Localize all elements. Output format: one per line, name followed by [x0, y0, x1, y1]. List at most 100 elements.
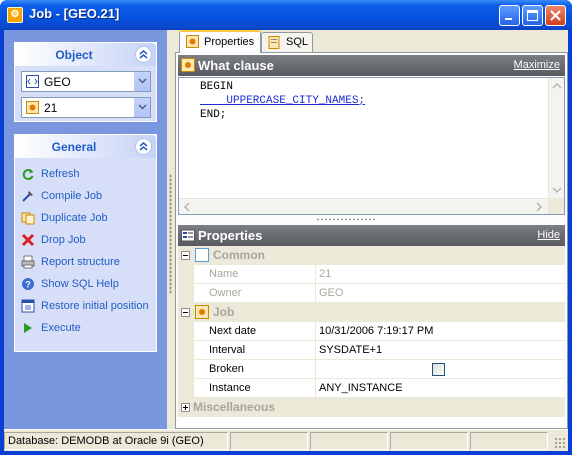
what-clause-header: What clause Maximize — [178, 55, 565, 76]
object-group-header[interactable]: Object — [15, 43, 156, 66]
chevron-up-icon — [139, 142, 148, 151]
maximize-button[interactable] — [522, 5, 543, 26]
job-value: 21 — [44, 101, 58, 115]
schema-value: GEO — [44, 75, 71, 89]
code-text[interactable]: BEGIN UPPERCASE_CITY_NAMES; END; — [200, 80, 365, 122]
property-name: Broken — [209, 363, 244, 375]
minimize-button[interactable] — [499, 5, 520, 26]
task-label: Report structure — [41, 256, 120, 268]
sql-editor[interactable]: BEGIN UPPERCASE_CITY_NAMES; END; — [178, 77, 565, 215]
general-group-header[interactable]: General — [15, 135, 156, 158]
property-row[interactable]: Next date 10/31/2006 7:19:17 PM — [178, 322, 565, 341]
close-icon — [550, 10, 561, 21]
category-common[interactable]: Common — [178, 246, 565, 265]
resize-grip[interactable] — [554, 437, 566, 449]
category-miscellaneous[interactable]: Miscellaneous — [178, 398, 565, 417]
job-icon — [195, 305, 209, 319]
section-splitter[interactable] — [316, 218, 376, 221]
hide-link[interactable]: Hide — [537, 229, 560, 241]
execute-icon — [24, 323, 32, 333]
duplicate-icon — [21, 212, 35, 225]
task-label: Duplicate Job — [41, 212, 108, 224]
task-drop-job[interactable]: Drop Job — [21, 232, 151, 250]
property-value: 21 — [319, 268, 332, 280]
schema-dropdown-button[interactable] — [133, 72, 150, 91]
task-label: Restore initial position — [41, 300, 149, 312]
instance-value[interactable]: ANY_INSTANCE — [319, 382, 403, 394]
title-bar[interactable]: ⚙ Job - [GEO.21] — [0, 0, 572, 30]
category-job[interactable]: Job — [178, 303, 565, 322]
status-pane-database: Database: DEMODB at Oracle 9i (GEO) — [4, 432, 228, 450]
refresh-icon — [22, 169, 34, 180]
property-value: GEO — [319, 287, 344, 299]
general-group-body: Refresh Compile Job Duplicate Job Drop J… — [15, 158, 156, 351]
app-window: ⚙ Job - [GEO.21] Object GEO 21 General R… — [0, 0, 572, 455]
sql-icon — [268, 36, 280, 49]
task-label: Compile Job — [41, 190, 103, 202]
task-compile-job[interactable]: Compile Job — [21, 188, 151, 206]
job-icon — [186, 35, 199, 48]
task-duplicate-job[interactable]: Duplicate Job — [21, 210, 151, 228]
task-label: Execute — [41, 322, 81, 334]
task-show-sql-help[interactable]: ? Show SQL Help — [21, 276, 151, 294]
scroll-up-icon — [552, 82, 562, 89]
common-icon — [195, 248, 209, 262]
editor-size-corner — [548, 198, 564, 214]
next-date-value[interactable]: 10/31/2006 7:19:17 PM — [319, 325, 433, 337]
status-bar: Database: DEMODB at Oracle 9i (GEO) — [4, 429, 568, 451]
editor-vertical-scrollbar[interactable] — [548, 78, 564, 198]
tab-strip: Properties SQL — [175, 30, 568, 53]
property-row[interactable]: Broken — [178, 360, 565, 379]
scroll-left-icon — [183, 202, 190, 212]
report-icon — [21, 255, 35, 269]
editor-horizontal-scrollbar[interactable] — [179, 198, 548, 214]
task-refresh[interactable]: Refresh — [21, 166, 151, 184]
task-execute[interactable]: Execute — [21, 320, 151, 338]
property-grid: Common Name 21 Owner GEO Job Next date 1… — [178, 246, 565, 426]
job-dropdown-button[interactable] — [133, 98, 150, 117]
property-name: Owner — [209, 287, 242, 299]
schema-select[interactable]: GEO — [21, 71, 151, 92]
collapse-object-button[interactable] — [135, 46, 152, 63]
task-report-structure[interactable]: Report structure — [21, 254, 151, 272]
category-label: Common — [213, 248, 265, 262]
job-select[interactable]: 21 — [21, 97, 151, 118]
maximize-link[interactable]: Maximize — [514, 59, 560, 71]
close-button[interactable] — [545, 5, 566, 26]
property-row[interactable]: Name 21 — [178, 265, 565, 284]
collapse-general-button[interactable] — [135, 138, 152, 155]
status-pane — [390, 432, 468, 450]
object-group: Object GEO 21 — [14, 42, 157, 122]
schema-icon — [26, 75, 39, 88]
collapse-icon[interactable] — [181, 251, 190, 260]
tab-sql[interactable]: SQL — [261, 32, 313, 52]
job-icon — [181, 58, 195, 72]
minimize-icon — [505, 18, 512, 20]
collapse-icon[interactable] — [181, 308, 190, 317]
interval-value[interactable]: SYSDATE+1 — [319, 344, 382, 356]
tab-properties[interactable]: Properties — [179, 30, 261, 53]
drop-icon — [21, 233, 35, 247]
property-row[interactable]: Interval SYSDATE+1 — [178, 341, 565, 360]
task-restore-initial-position[interactable]: Restore initial position — [21, 298, 151, 316]
property-name: Name — [209, 268, 239, 280]
chevron-down-icon — [138, 78, 147, 84]
status-pane — [310, 432, 388, 450]
pane-splitter[interactable] — [167, 30, 175, 429]
job-app-icon: ⚙ — [7, 7, 23, 23]
code-line-3: END; — [200, 109, 227, 121]
property-name: Next date — [209, 325, 257, 337]
property-row[interactable]: Instance ANY_INSTANCE — [178, 379, 565, 398]
properties-icon — [181, 229, 195, 242]
tab-label: SQL — [286, 36, 309, 48]
svg-text:?: ? — [25, 280, 31, 290]
what-clause-title: What clause — [198, 58, 274, 73]
property-row[interactable]: Owner GEO — [178, 284, 565, 303]
job-icon — [26, 101, 39, 114]
expand-icon[interactable] — [181, 403, 190, 412]
general-group: General Refresh Compile Job Duplicate Jo… — [14, 134, 157, 352]
task-label: Refresh — [41, 168, 80, 180]
tab-label: Properties — [204, 36, 255, 48]
property-name: Instance — [209, 382, 251, 394]
broken-checkbox[interactable] — [432, 363, 445, 376]
